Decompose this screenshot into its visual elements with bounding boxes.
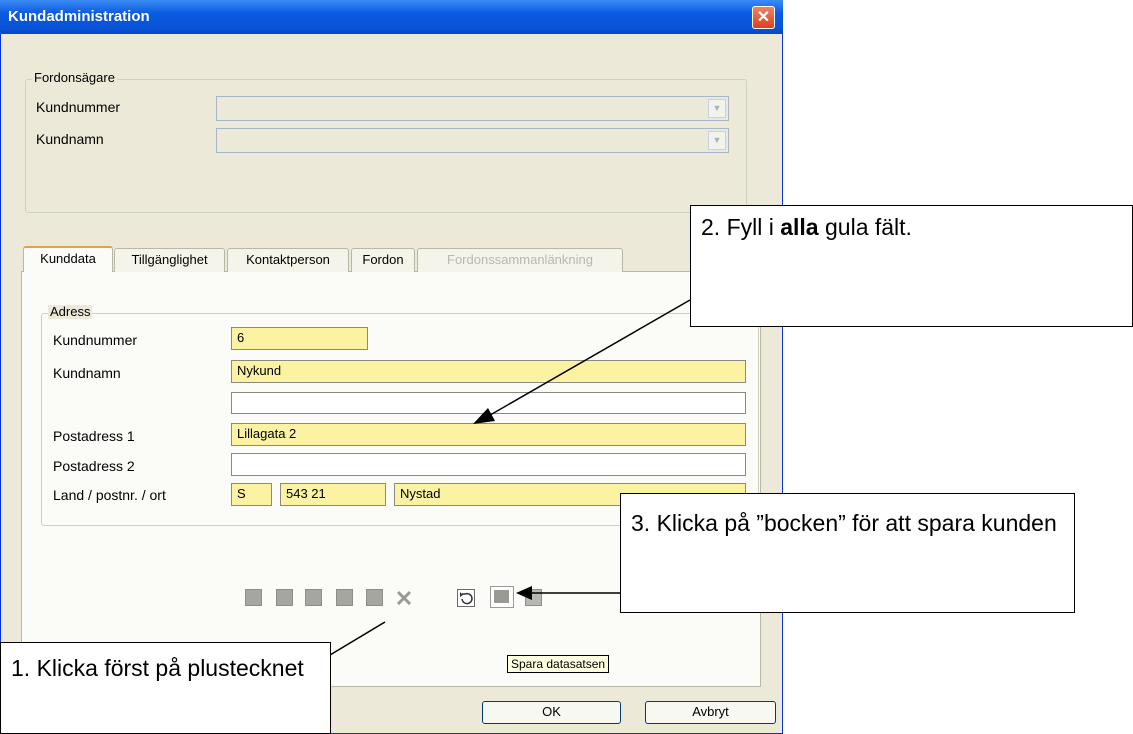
callout-step-2-bold: alla <box>780 214 819 240</box>
callout-step-2-text-end: gula fält. <box>818 214 912 240</box>
arrowhead-3 <box>516 586 532 600</box>
annotation-arrows <box>329 299 691 656</box>
callout-step-2-text: 2. Fyll i <box>701 214 781 240</box>
arrow-line-1 <box>329 621 386 656</box>
arrowhead-2 <box>473 408 495 424</box>
arrow-line-2 <box>484 299 691 419</box>
callout-step-1: 1. Klicka först på plustecknet <box>0 642 331 734</box>
callout-step-2: 2. Fyll i alla gula fält. <box>690 205 1133 327</box>
callout-step-3: 3. Klicka på ”bocken” för att spara kund… <box>620 493 1075 613</box>
